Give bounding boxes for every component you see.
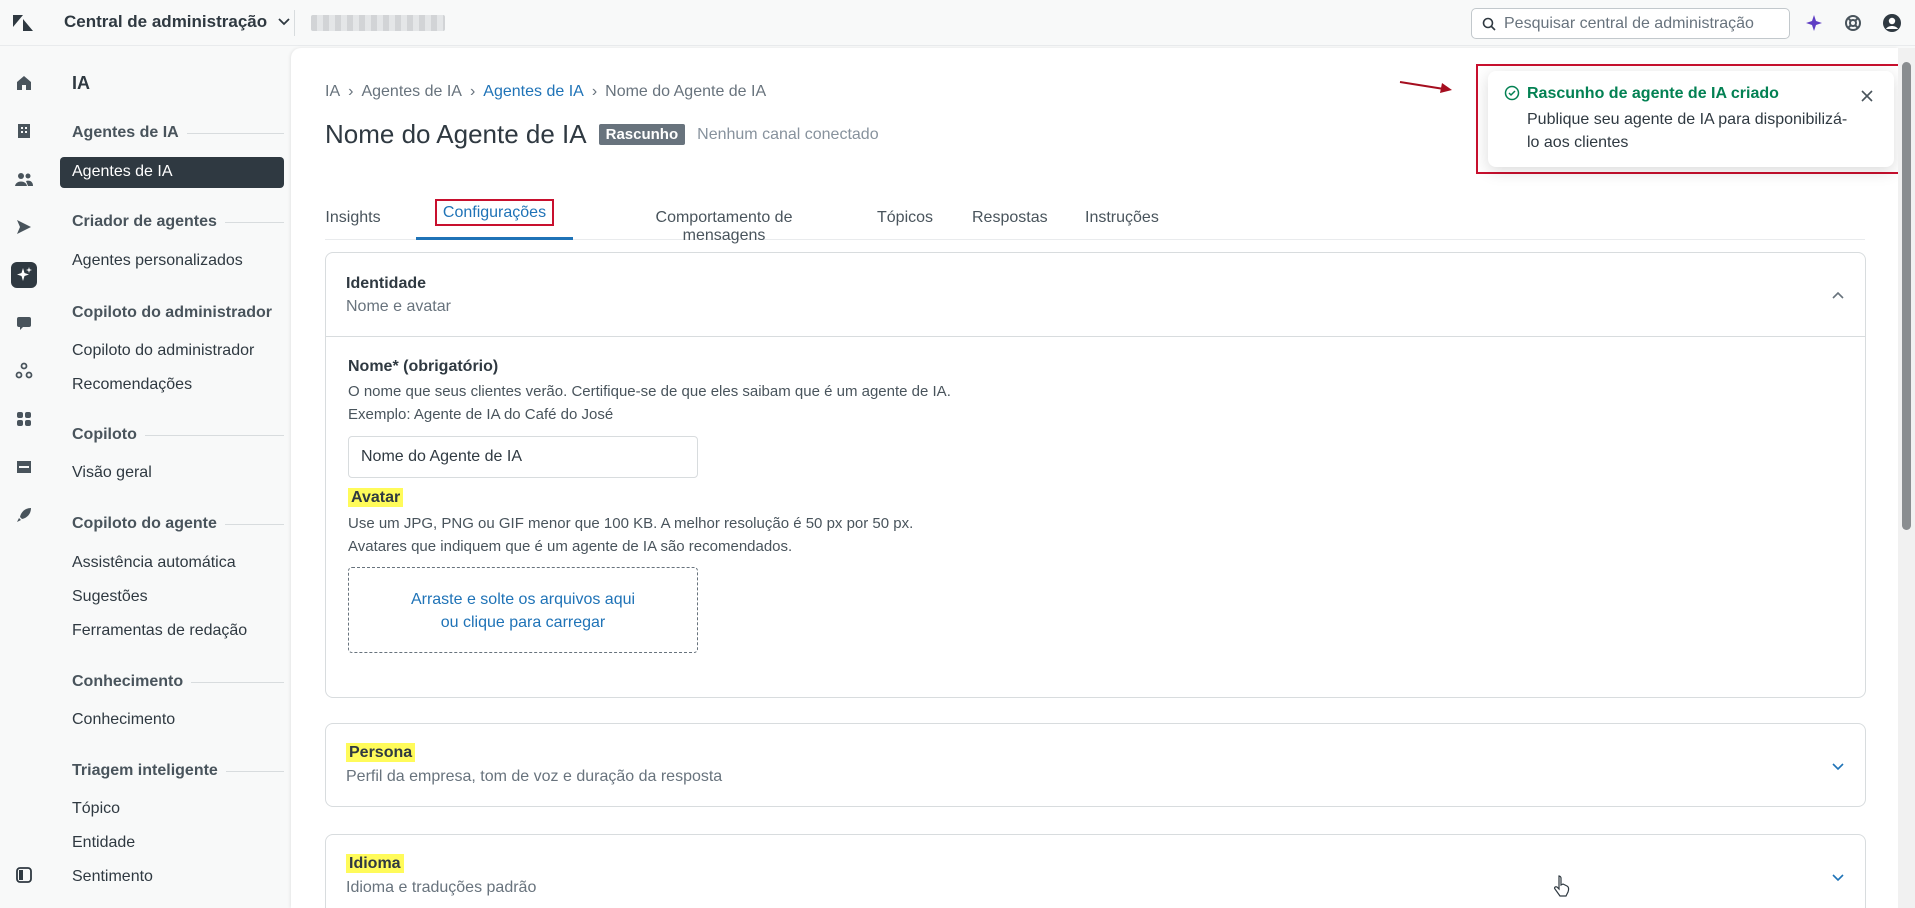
nav-section-agentes-ia: Agentes de IA xyxy=(72,124,284,142)
help-icon[interactable] xyxy=(1841,11,1865,35)
chat-icon[interactable] xyxy=(11,310,37,336)
tab-insights[interactable]: Insights xyxy=(325,198,381,240)
nav-section-copiloto-admin: Copiloto do administrador xyxy=(72,304,272,321)
identity-card-header[interactable]: Identidade Nome e avatar xyxy=(326,253,1865,337)
nav-item-copiloto-admin[interactable]: Copiloto do administrador xyxy=(72,342,254,360)
side-nav-title: IA xyxy=(72,73,90,93)
home-icon[interactable] xyxy=(11,70,37,96)
name-label: Nome* (obrigatório) xyxy=(348,358,499,375)
collapse-sidebar-icon[interactable] xyxy=(11,862,37,888)
rocket-icon[interactable] xyxy=(11,502,37,528)
name-help-1: O nome que seus clientes verão. Certifiq… xyxy=(348,383,951,400)
nav-item-recomendacoes[interactable]: Recomendações xyxy=(72,376,192,394)
breadcrumb-separator-icon: › xyxy=(348,83,354,100)
language-title: Idioma xyxy=(346,854,404,873)
tab-configuracoes-label: Configurações xyxy=(434,199,555,226)
status-badge: Rascunho xyxy=(598,124,686,145)
nav-item-assistencia[interactable]: Assistência automática xyxy=(72,554,236,572)
chevron-down-icon xyxy=(1832,874,1844,882)
nav-item-conhecimento[interactable]: Conhecimento xyxy=(72,711,175,729)
tab-configuracoes[interactable]: Configurações xyxy=(416,198,573,240)
building-icon[interactable] xyxy=(11,118,37,144)
breadcrumb-agentes-ia[interactable]: Agentes de IA xyxy=(361,83,462,101)
chevron-down-icon xyxy=(1832,763,1844,771)
tab-topicos[interactable]: Tópicos xyxy=(877,198,933,240)
header-divider xyxy=(294,10,295,36)
objects-icon[interactable] xyxy=(11,358,37,384)
search-input[interactable]: Pesquisar central de administração xyxy=(1471,8,1790,39)
user-avatar-icon[interactable] xyxy=(1880,11,1904,35)
persona-subtitle: Perfil da empresa, tom de voz e duração … xyxy=(346,768,723,785)
zendesk-logo-icon[interactable] xyxy=(12,13,34,33)
name-help-2: Exemplo: Agente de IA do Café do José xyxy=(348,406,614,423)
toast-notification: Rascunho de agente de IA criado Publique… xyxy=(1488,71,1894,167)
top-bar: Central de administração Pesquisar centr… xyxy=(0,0,1915,46)
toast-title: Rascunho de agente de IA criado xyxy=(1527,85,1779,102)
product-icon-rail xyxy=(0,46,48,908)
page-title: Nome do Agente de IA Rascunho Nenhum can… xyxy=(325,119,879,150)
search-icon xyxy=(1482,17,1496,31)
success-check-icon xyxy=(1504,85,1520,101)
avatar-help-1: Use um JPG, PNG ou GIF menor que 100 KB.… xyxy=(348,515,914,532)
mouse-cursor-icon xyxy=(1554,875,1570,897)
channel-status: Nenhum canal conectado xyxy=(697,125,879,143)
identity-subtitle: Nome e avatar xyxy=(346,298,451,315)
search-placeholder: Pesquisar central de administração xyxy=(1504,14,1754,32)
annotation-arrow-icon xyxy=(1399,81,1452,93)
identity-card: Identidade Nome e avatar Nome* (obrigató… xyxy=(325,252,1866,698)
identity-title: Identidade xyxy=(346,275,427,292)
nav-item-topico[interactable]: Tópico xyxy=(72,800,120,818)
tab-bar: Insights Configurações Comportamento de … xyxy=(325,198,1865,244)
breadcrumb-ia[interactable]: IA xyxy=(325,83,340,101)
send-icon[interactable] xyxy=(11,214,37,240)
breadcrumb: IA › Agentes de IA › Agentes de IA › Nom… xyxy=(325,83,766,101)
avatar-help-2: Avatares que indiquem que é um agente de… xyxy=(348,538,793,555)
persona-card[interactable]: Persona Perfil da empresa, tom de voz e … xyxy=(325,723,1866,807)
main-content: IA › Agentes de IA › Agentes de IA › Nom… xyxy=(291,48,1898,908)
scrollbar[interactable] xyxy=(1898,48,1915,908)
blurred-account-name xyxy=(311,15,445,31)
dropzone-line-1: Arraste e solte os arquivos aqui xyxy=(410,591,636,608)
agent-name-input[interactable] xyxy=(348,436,698,478)
people-icon[interactable] xyxy=(11,166,37,192)
dropzone-line-2: ou clique para carregar xyxy=(440,614,606,631)
avatar-label: Avatar xyxy=(348,488,404,507)
language-card[interactable]: Idioma Idioma e traduções padrão xyxy=(325,834,1866,908)
chevron-down-icon xyxy=(278,18,290,26)
nav-item-sentimento[interactable]: Sentimento xyxy=(72,868,153,886)
store-icon[interactable] xyxy=(11,454,37,480)
toast-body: Publique seu agente de IA para disponibi… xyxy=(1527,111,1848,151)
nav-section-copiloto: Copiloto xyxy=(72,426,284,444)
breadcrumb-separator-icon: › xyxy=(591,83,598,100)
language-subtitle: Idioma e traduções padrão xyxy=(346,879,537,896)
nav-section-criador: Criador de agentes xyxy=(72,213,284,231)
ai-sparkle-icon[interactable] xyxy=(1802,11,1826,35)
chevron-up-icon xyxy=(1832,291,1844,299)
breadcrumb-separator-icon: › xyxy=(469,83,476,100)
tab-comportamento[interactable]: Comportamento de mensagens xyxy=(612,198,836,244)
tab-respostas[interactable]: Respostas xyxy=(972,198,1048,240)
nav-item-visao-geral[interactable]: Visão geral xyxy=(72,464,152,482)
scrollbar-thumb[interactable] xyxy=(1902,62,1911,530)
side-nav: IA Agentes de IA Agentes de IA Criador d… xyxy=(48,46,290,908)
tab-instrucoes[interactable]: Instruções xyxy=(1085,198,1159,240)
nav-item-ferramentas[interactable]: Ferramentas de redação xyxy=(72,622,247,640)
breadcrumb-current: Nome do Agente de IA xyxy=(605,83,767,100)
apps-icon[interactable] xyxy=(11,406,37,432)
close-icon[interactable] xyxy=(1860,89,1874,103)
nav-item-sugestoes[interactable]: Sugestões xyxy=(72,588,148,606)
persona-title: Persona xyxy=(346,743,416,762)
nav-section-triagem: Triagem inteligente xyxy=(72,762,284,780)
nav-item-entidade[interactable]: Entidade xyxy=(72,834,135,852)
nav-item-agentes-ia[interactable]: Agentes de IA xyxy=(60,157,284,188)
avatar-dropzone[interactable]: Arraste e solte os arquivos aqui ou cliq… xyxy=(348,567,698,653)
nav-item-agentes-personalizados[interactable]: Agentes personalizados xyxy=(72,252,243,270)
breadcrumb-agentes-ia-link[interactable]: Agentes de IA xyxy=(483,83,584,101)
page-title-text: Nome do Agente de IA xyxy=(325,119,587,149)
nav-section-copiloto-agente: Copiloto do agente xyxy=(72,515,284,533)
app-switcher[interactable]: Central de administração xyxy=(64,12,291,32)
ai-icon[interactable] xyxy=(11,262,37,288)
nav-section-conhecimento: Conhecimento xyxy=(72,673,284,691)
app-name: Central de administração xyxy=(64,12,268,31)
